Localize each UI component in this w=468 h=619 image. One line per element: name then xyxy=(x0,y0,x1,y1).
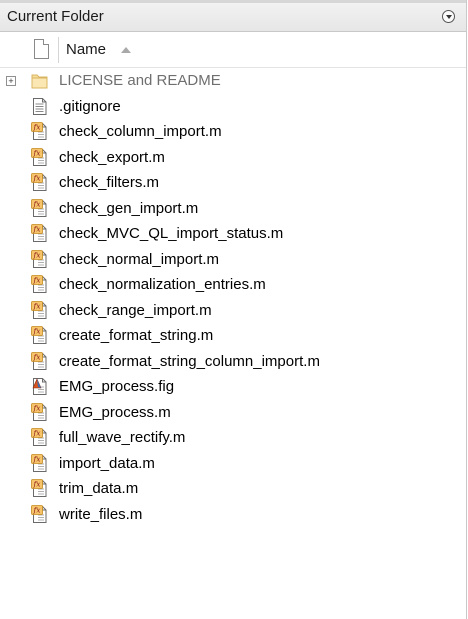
file-row-create-format-string-column-import-m[interactable]: fx create_format_string_column_import.m xyxy=(0,349,466,375)
matlab-function-icon: fx xyxy=(31,249,48,269)
circle-chevron-down-icon[interactable] xyxy=(442,10,455,23)
matlab-figure-icon xyxy=(31,377,48,396)
matlab-function-icon: fx xyxy=(31,326,48,345)
titlebar-top-border xyxy=(0,0,466,3)
file-row-write-files-m[interactable]: fx write_files.m xyxy=(0,502,466,528)
svg-text:fx: fx xyxy=(32,352,41,361)
column-divider[interactable] xyxy=(58,37,59,63)
column-header[interactable]: Name xyxy=(0,32,466,68)
file-row-emg-process-fig[interactable]: EMG_process.fig xyxy=(0,374,466,400)
file-row-license-and-readme[interactable]: + LICENSE and README xyxy=(0,68,466,94)
panel-title: Current Folder xyxy=(7,8,104,25)
file-name: create_format_string_column_import.m xyxy=(59,352,320,370)
file-row-create-format-string-m[interactable]: fx create_format_string.m xyxy=(0,323,466,349)
file-name: check_MVC_QL_import_status.m xyxy=(59,225,284,242)
file-name: check_gen_import.m xyxy=(59,199,199,217)
file-row-check-export-m[interactable]: fx check_export.m xyxy=(0,145,466,171)
file-name: .gitignore xyxy=(59,97,121,115)
matlab-function-icon: fx xyxy=(31,504,48,524)
matlab-function-icon: fx xyxy=(31,402,48,422)
svg-text:fx: fx xyxy=(32,174,41,183)
expand-plus-icon[interactable]: + xyxy=(6,76,16,86)
file-name: check_normalization_entries.m xyxy=(59,276,266,293)
file-row-check-filters-m[interactable]: fx check_filters.m xyxy=(0,170,466,196)
file-row-check-column-import-m[interactable]: fx check_column_import.m xyxy=(0,119,466,145)
file-name: check_normal_import.m xyxy=(59,250,220,268)
matlab-function-icon: fx xyxy=(31,147,48,167)
file-row-check-range-import-m[interactable]: fx check_range_import.m xyxy=(0,298,466,324)
matlab-function-icon: fx xyxy=(31,453,48,473)
file-name: create_format_string.m xyxy=(59,327,214,344)
svg-text:fx: fx xyxy=(32,225,41,234)
file-name: trim_data.m xyxy=(59,480,139,497)
matlab-function-icon: fx xyxy=(31,351,48,371)
svg-text:fx: fx xyxy=(32,250,41,259)
file-row-full-wave-rectify-m[interactable]: fx full_wave_rectify.m xyxy=(0,425,466,451)
file-name: write_files.m xyxy=(59,505,143,523)
matlab-function-icon: fx xyxy=(31,275,48,294)
current-folder-panel: Current Folder Name + LICENSE and README.… xyxy=(0,0,467,619)
svg-text:fx: fx xyxy=(32,301,41,310)
matlab-function-icon: fx xyxy=(31,479,48,498)
matlab-function-icon: fx xyxy=(31,300,48,320)
file-row-gitignore[interactable]: .gitignore xyxy=(0,94,466,120)
svg-text:fx: fx xyxy=(32,505,41,514)
svg-text:fx: fx xyxy=(32,199,41,208)
svg-text:fx: fx xyxy=(32,123,41,132)
file-name: EMG_process.fig xyxy=(59,378,175,395)
file-row-emg-process-m[interactable]: fx EMG_process.m xyxy=(0,400,466,426)
file-row-check-gen-import-m[interactable]: fx check_gen_import.m xyxy=(0,196,466,222)
svg-text:fx: fx xyxy=(32,480,41,489)
svg-text:fx: fx xyxy=(32,276,41,285)
file-row-check-mvc-ql-import-status-m[interactable]: fx check_MVC_QL_import_status.m xyxy=(0,221,466,247)
svg-text:fx: fx xyxy=(32,403,41,412)
svg-text:fx: fx xyxy=(32,429,41,438)
file-type-column-icon[interactable] xyxy=(34,39,49,59)
sort-ascending-icon[interactable] xyxy=(121,47,131,53)
matlab-function-icon: fx xyxy=(31,198,48,218)
matlab-function-icon: fx xyxy=(31,224,48,243)
file-name: LICENSE and README xyxy=(59,72,221,89)
matlab-function-icon: fx xyxy=(31,122,48,141)
file-row-check-normal-import-m[interactable]: fx check_normal_import.m xyxy=(0,247,466,273)
file-name: check_column_import.m xyxy=(59,123,222,140)
matlab-function-icon: fx xyxy=(31,428,48,447)
file-name: check_export.m xyxy=(59,148,165,166)
file-name: full_wave_rectify.m xyxy=(59,429,186,446)
text-file-icon xyxy=(31,97,48,116)
name-column-header[interactable]: Name xyxy=(66,41,106,58)
file-row-trim-data-m[interactable]: fx trim_data.m xyxy=(0,476,466,502)
file-row-import-data-m[interactable]: fx import_data.m xyxy=(0,451,466,477)
svg-text:fx: fx xyxy=(32,148,41,157)
file-name: check_range_import.m xyxy=(59,301,212,319)
svg-text:fx: fx xyxy=(32,454,41,463)
panel-titlebar: Current Folder xyxy=(0,0,466,32)
matlab-function-icon: fx xyxy=(31,173,48,192)
file-name: import_data.m xyxy=(59,454,155,472)
file-row-check-normalization-entries-m[interactable]: fx check_normalization_entries.m xyxy=(0,272,466,298)
folder-icon xyxy=(31,71,48,90)
file-name: EMG_process.m xyxy=(59,403,171,421)
file-name: check_filters.m xyxy=(59,174,160,191)
svg-text:fx: fx xyxy=(32,327,41,336)
